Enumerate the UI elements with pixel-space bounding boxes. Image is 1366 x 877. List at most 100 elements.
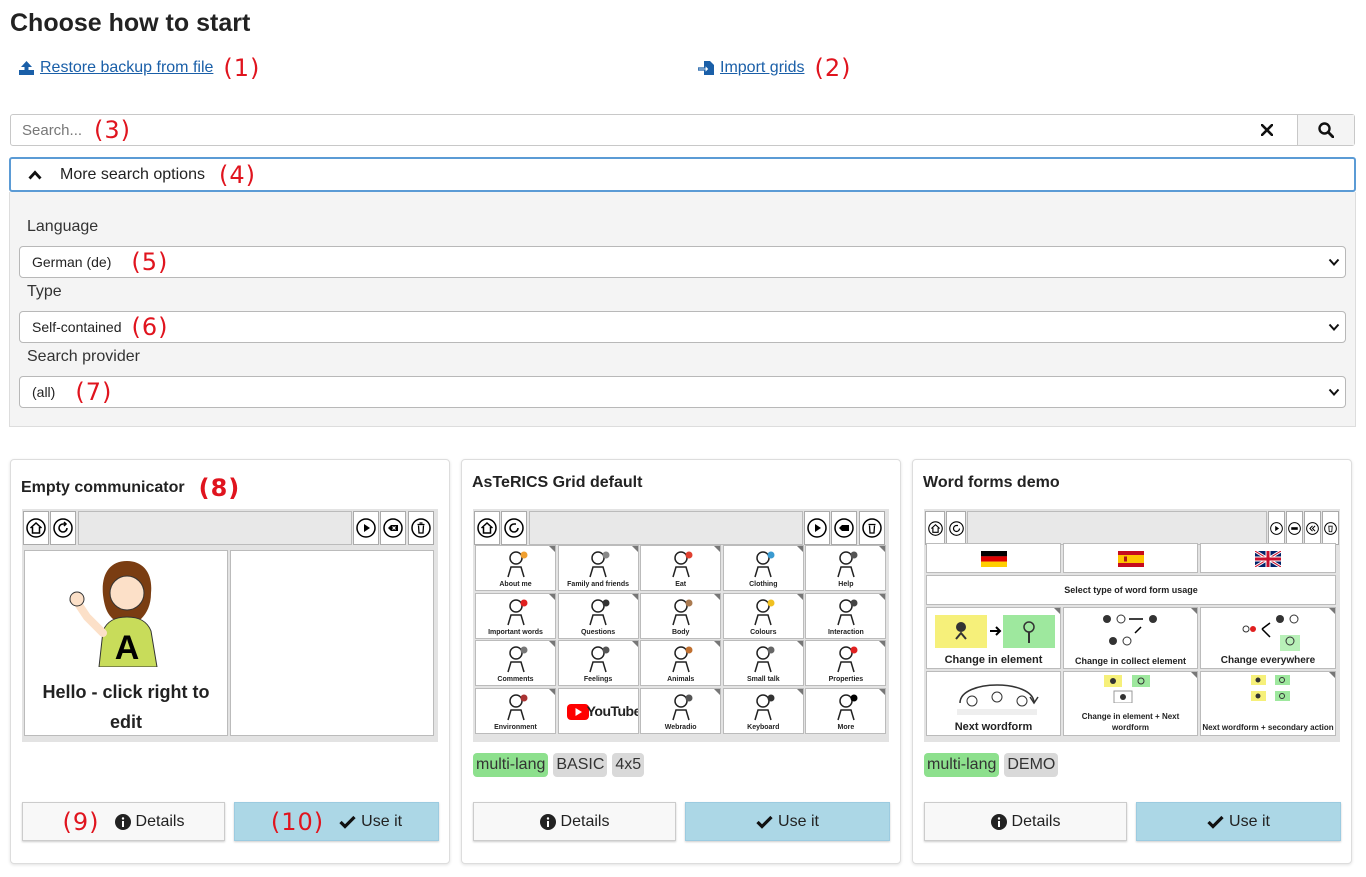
use-it-label: Use it xyxy=(361,812,403,830)
pictogram-icon xyxy=(476,597,555,627)
refresh-icon xyxy=(501,511,527,545)
grid-cell-label: Interaction xyxy=(827,628,864,636)
pictogram-icon xyxy=(476,549,555,579)
pictogram-icon xyxy=(476,692,555,722)
search-provider-select[interactable]: (all) (7) xyxy=(19,376,1346,408)
uk-flag-cell xyxy=(1200,543,1336,573)
use-it-button[interactable]: (10) Use it xyxy=(234,802,439,841)
pictogram-icon xyxy=(806,644,885,674)
grid-cell-label: About me xyxy=(499,581,532,588)
search-input[interactable]: Search... (3) xyxy=(11,115,1237,145)
pictogram-icon xyxy=(641,692,720,722)
tag-list: multi-lang DEMO xyxy=(924,753,1059,777)
next-wordform-icon xyxy=(957,684,1039,715)
svg-text:A: A xyxy=(115,629,140,667)
grid-cell-family-and-friends: Family and friends xyxy=(557,545,639,591)
page-title: Choose how to start xyxy=(10,9,251,37)
wf-cell-label: Next wordform xyxy=(954,721,1033,733)
grid-cell-colours: Colours xyxy=(722,592,804,639)
wf-cell: Change in element + Next wordform xyxy=(1063,671,1198,736)
use-it-button[interactable]: Use it xyxy=(1136,802,1341,841)
pictogram-icon xyxy=(641,644,720,674)
annotation-marker-2: (2) xyxy=(814,54,852,82)
card-title-text: Word forms demo xyxy=(923,474,1060,491)
restore-backup-label: Restore backup from file xyxy=(40,59,214,76)
wf-cell-label: Next wordform + secondary action xyxy=(1202,723,1334,732)
language-label: Language xyxy=(27,218,99,235)
grid-cell-important-words: Important words xyxy=(475,592,556,639)
change-next-wordform-icon xyxy=(1104,675,1150,703)
change-in-collect-icon xyxy=(1103,614,1157,646)
search-button[interactable] xyxy=(1297,115,1354,145)
card-title-text: Empty communicator xyxy=(21,479,185,496)
grid-cell-label: Properties xyxy=(828,676,864,684)
refresh-icon xyxy=(946,511,966,545)
annotation-marker-6: (6) xyxy=(131,313,169,341)
grid-cell-interaction: Interaction xyxy=(805,592,887,639)
type-label: Type xyxy=(27,283,62,300)
import-grids-label: Import grids xyxy=(720,59,805,76)
grid-cell-label: Keyboard xyxy=(747,723,780,731)
annotation-marker-3: (3) xyxy=(94,116,132,144)
grid-cell-small-talk: Small talk xyxy=(722,640,804,687)
preview-cell-empty xyxy=(230,550,434,736)
check-icon xyxy=(756,815,773,829)
grid-preview: A Hello - click right to edit xyxy=(22,509,438,742)
next-wordform-secondary-icon xyxy=(1251,675,1290,701)
search-placeholder: Search... xyxy=(22,121,83,139)
pictogram-icon xyxy=(559,644,638,674)
use-it-label: Use it xyxy=(1229,812,1270,830)
grid-cell-properties: Properties xyxy=(805,640,887,687)
pictogram-icon xyxy=(641,597,720,627)
info-circle-icon xyxy=(114,813,131,830)
pictogram-icon xyxy=(476,644,555,674)
use-it-button[interactable]: Use it xyxy=(685,802,890,841)
pictogram-icon xyxy=(641,549,720,579)
grid-cell-more: More xyxy=(805,687,887,734)
grid-cell-eat: Eat xyxy=(640,545,722,591)
import-grids-link[interactable]: Import grids xyxy=(698,59,804,77)
wf-cell-label: Change in collect element xyxy=(1074,656,1187,666)
preview-cell-label: Hello - click right to edit xyxy=(42,682,210,732)
info-circle-icon xyxy=(990,813,1007,830)
chevron-down-icon xyxy=(1328,258,1340,266)
pictogram-icon xyxy=(806,597,885,627)
wf-cell-label: Change in element xyxy=(944,654,1043,666)
type-select[interactable]: Self-contained (6) xyxy=(19,311,1346,343)
play-icon xyxy=(1268,511,1285,545)
grid-cell-label: Environment xyxy=(494,723,537,731)
home-icon xyxy=(474,511,500,545)
trash-icon xyxy=(859,511,885,545)
pictogram-icon xyxy=(724,549,803,579)
clear-search-button[interactable] xyxy=(1237,115,1297,145)
grid-card-empty-communicator: Empty communicator (8) A Hello - click r… xyxy=(10,459,450,864)
card-title-text: AsTeRICS Grid default xyxy=(472,474,643,491)
play-icon xyxy=(353,511,379,545)
wf-cell: Change everywhere xyxy=(1200,607,1336,669)
wf-cell: Next wordform xyxy=(926,671,1061,736)
change-in-element-icon xyxy=(935,615,1055,648)
grid-cell-label: Webradio xyxy=(664,723,697,731)
type-value: Self-contained xyxy=(32,319,122,335)
annotation-marker-7: (7) xyxy=(75,378,113,406)
details-button[interactable]: Details xyxy=(924,802,1127,841)
pictogram-icon xyxy=(724,644,803,674)
wf-cell-label: Change everywhere xyxy=(1220,655,1316,666)
annotation-marker-10: (10) xyxy=(270,807,325,836)
grid-cell-label: Eat xyxy=(675,581,687,588)
grid-cell-label: Clothing xyxy=(749,581,778,588)
details-button[interactable]: (9) Details xyxy=(22,802,225,841)
tag: multi-lang xyxy=(473,753,549,777)
details-button[interactable]: Details xyxy=(473,802,676,841)
grid-cell-clothing: Clothing xyxy=(722,545,804,591)
grid-card-asterics-default: AsTeRICS Grid default About me Family and… xyxy=(461,459,901,864)
grid-cell-feelings: Feelings xyxy=(557,640,639,687)
language-select[interactable]: German (de) (5) xyxy=(19,246,1346,278)
backspace-icon xyxy=(380,511,406,545)
restore-backup-link[interactable]: Restore backup from file xyxy=(18,59,213,77)
chevron-down-icon xyxy=(1328,388,1340,396)
annotation-marker-8: (8) xyxy=(198,474,241,502)
grid-preview: About me Family and friends Eat Clothing Hel… xyxy=(473,509,889,742)
pictogram-icon xyxy=(806,549,885,579)
more-search-options-toggle[interactable]: More search options (4) xyxy=(9,157,1356,192)
